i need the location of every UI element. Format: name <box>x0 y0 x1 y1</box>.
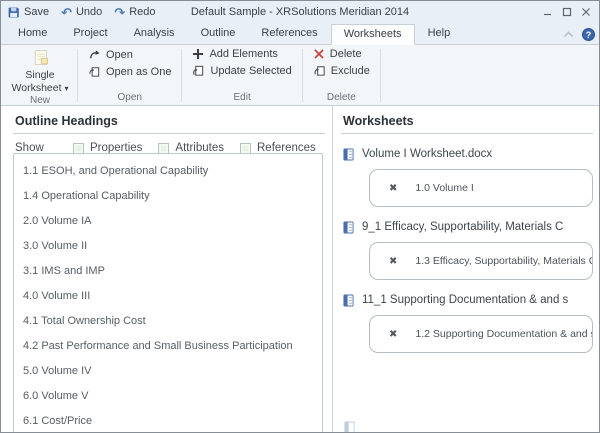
worksheet-item: Volume I Worksheet.docx ✖ 1.0 Volume I <box>341 146 593 207</box>
quick-access-toolbar: Save ↶ Undo ↷ Redo <box>7 6 155 19</box>
outline-heading-item[interactable]: 3.1 IMS and IMP <box>23 259 318 284</box>
window-controls <box>543 7 593 17</box>
worksheets-panel: Worksheets Volume I Worksheet.docx ✖ 1.0… <box>333 106 599 432</box>
undo-icon: ↶ <box>61 6 72 19</box>
undo-label: Undo <box>76 6 102 18</box>
ribbon: Single Worksheet ▾ New Open Open as One <box>1 45 599 106</box>
outline-heading-item[interactable]: 6.1 Cost/Price <box>23 409 318 432</box>
worksheet-element-box[interactable]: ✖ 1.2 Supporting Documentation & and stu… <box>369 315 593 353</box>
worksheet-element-box[interactable]: ✖ 1.3 Efficacy, Supportability, Material… <box>369 242 593 280</box>
app-window: Save ↶ Undo ↷ Redo Default Sample - XRSo… <box>0 0 600 433</box>
undo-button[interactable]: ↶ Undo <box>61 6 102 19</box>
delete-x-icon <box>313 48 325 60</box>
group-label-open: Open <box>84 91 175 105</box>
open-as-one-button[interactable]: Open as One <box>84 64 175 79</box>
save-icon <box>7 6 20 19</box>
open-icon <box>88 48 101 61</box>
open-button[interactable]: Open <box>84 47 175 62</box>
checkbox-icon <box>73 143 84 154</box>
worksheet-filename: 9_1 Efficacy, Supportability, Materials … <box>362 221 563 233</box>
outline-heading-item[interactable]: 2.0 Volume IA <box>23 209 318 234</box>
redo-icon: ↷ <box>114 6 125 19</box>
outline-heading-item[interactable]: 1.1 ESOH, and Operational Capability <box>23 159 318 184</box>
ribbon-group-new: Single Worksheet ▾ New <box>3 46 77 105</box>
remove-element-icon[interactable]: ✖ <box>389 329 397 340</box>
tab-analysis[interactable]: Analysis <box>121 23 188 44</box>
save-button[interactable]: Save <box>7 6 49 19</box>
outline-heading-item[interactable]: 6.0 Volume V <box>23 384 318 409</box>
dropdown-caret-icon: ▾ <box>64 84 68 93</box>
group-label-edit: Edit <box>188 91 295 105</box>
delete-button[interactable]: Delete <box>309 47 374 61</box>
save-label: Save <box>24 6 49 18</box>
single-worksheet-label: Single Worksheet ▾ <box>9 69 71 94</box>
add-elements-plus-icon <box>192 48 204 60</box>
tab-outline[interactable]: Outline <box>188 23 249 44</box>
outline-headings-panel: Outline Headings Show Properties Attribu… <box>1 106 332 432</box>
word-doc-icon <box>344 421 355 432</box>
collapse-ribbon-chevron-icon[interactable] <box>563 31 574 38</box>
update-selected-icon <box>192 64 205 77</box>
tab-worksheets[interactable]: Worksheets <box>331 24 415 45</box>
element-label: 1.3 Efficacy, Supportability, Materials … <box>415 255 593 267</box>
outline-heading-item[interactable]: 1.4 Operational Capability <box>23 184 318 209</box>
outline-panel-title: Outline Headings <box>15 114 332 128</box>
exclude-button[interactable]: Exclude <box>309 63 374 78</box>
checkbox-icon <box>240 143 251 154</box>
worksheet-file[interactable]: Volume I Worksheet.docx <box>343 146 593 162</box>
redo-button[interactable]: ↷ Redo <box>114 6 155 19</box>
element-label: 1.0 Volume I <box>415 182 473 194</box>
minimize-button[interactable] <box>543 7 553 17</box>
exclude-icon <box>313 64 326 77</box>
main-area: Outline Headings Show Properties Attribu… <box>1 106 599 432</box>
outline-heading-item[interactable]: 5.0 Volume IV <box>23 359 318 384</box>
tab-references[interactable]: References <box>248 23 330 44</box>
new-worksheet-icon <box>30 48 51 69</box>
word-doc-icon <box>343 148 354 161</box>
group-label-delete: Delete <box>309 91 374 105</box>
outline-heading-item[interactable]: 4.0 Volume III <box>23 284 318 309</box>
ribbon-group-open: Open Open as One Open <box>78 46 181 105</box>
maximize-button[interactable] <box>562 7 572 17</box>
title-bar: Save ↶ Undo ↷ Redo Default Sample - XRSo… <box>1 1 599 23</box>
ribbon-group-delete: Delete Exclude Delete <box>303 46 380 105</box>
remove-element-icon[interactable]: ✖ <box>389 183 397 194</box>
help-icon[interactable]: ? <box>582 28 595 41</box>
open-as-one-icon <box>88 65 101 78</box>
word-doc-icon <box>343 221 354 234</box>
ribbon-tab-bar: Home Project Analysis Outline References… <box>1 23 599 45</box>
worksheet-filename: 11_1 Supporting Documentation & and s <box>362 294 568 306</box>
header-divider <box>13 133 325 134</box>
single-worksheet-button[interactable]: Single Worksheet ▾ <box>9 47 71 94</box>
checkbox-icon <box>158 143 169 154</box>
header-divider <box>341 133 593 134</box>
redo-label: Redo <box>129 6 155 18</box>
close-button[interactable] <box>581 7 591 17</box>
outline-heading-item[interactable]: 4.2 Past Performance and Small Business … <box>23 334 318 359</box>
outline-headings-list: 1.1 ESOH, and Operational Capability 1.4… <box>13 153 323 432</box>
element-label: 1.2 Supporting Documentation & and stuff… <box>415 328 593 340</box>
remove-element-icon[interactable]: ✖ <box>389 256 397 267</box>
tab-home[interactable]: Home <box>5 23 60 44</box>
worksheets-panel-title: Worksheets <box>343 114 593 128</box>
ribbon-group-divider <box>380 49 381 102</box>
worksheet-file[interactable]: 11_1 Supporting Documentation & and s <box>343 292 593 308</box>
word-doc-icon <box>343 294 354 307</box>
outline-heading-item[interactable]: 4.1 Total Ownership Cost <box>23 309 318 334</box>
tab-project[interactable]: Project <box>60 23 120 44</box>
worksheet-file[interactable]: 9_1 Efficacy, Supportability, Materials … <box>343 219 593 235</box>
outline-heading-item[interactable]: 3.0 Volume II <box>23 234 318 259</box>
tab-help[interactable]: Help <box>415 23 464 44</box>
update-selected-button[interactable]: Update Selected <box>188 63 295 78</box>
tab-bar-tools: ? <box>563 28 595 44</box>
ribbon-group-edit: Add Elements Update Selected Edit <box>182 46 301 105</box>
worksheet-filename: Volume I Worksheet.docx <box>362 148 492 160</box>
worksheet-element-box[interactable]: ✖ 1.0 Volume I <box>369 169 593 207</box>
worksheet-item: 9_1 Efficacy, Supportability, Materials … <box>341 219 593 280</box>
worksheet-item: 11_1 Supporting Documentation & and s ✖ … <box>341 292 593 353</box>
add-elements-button[interactable]: Add Elements <box>188 47 295 61</box>
